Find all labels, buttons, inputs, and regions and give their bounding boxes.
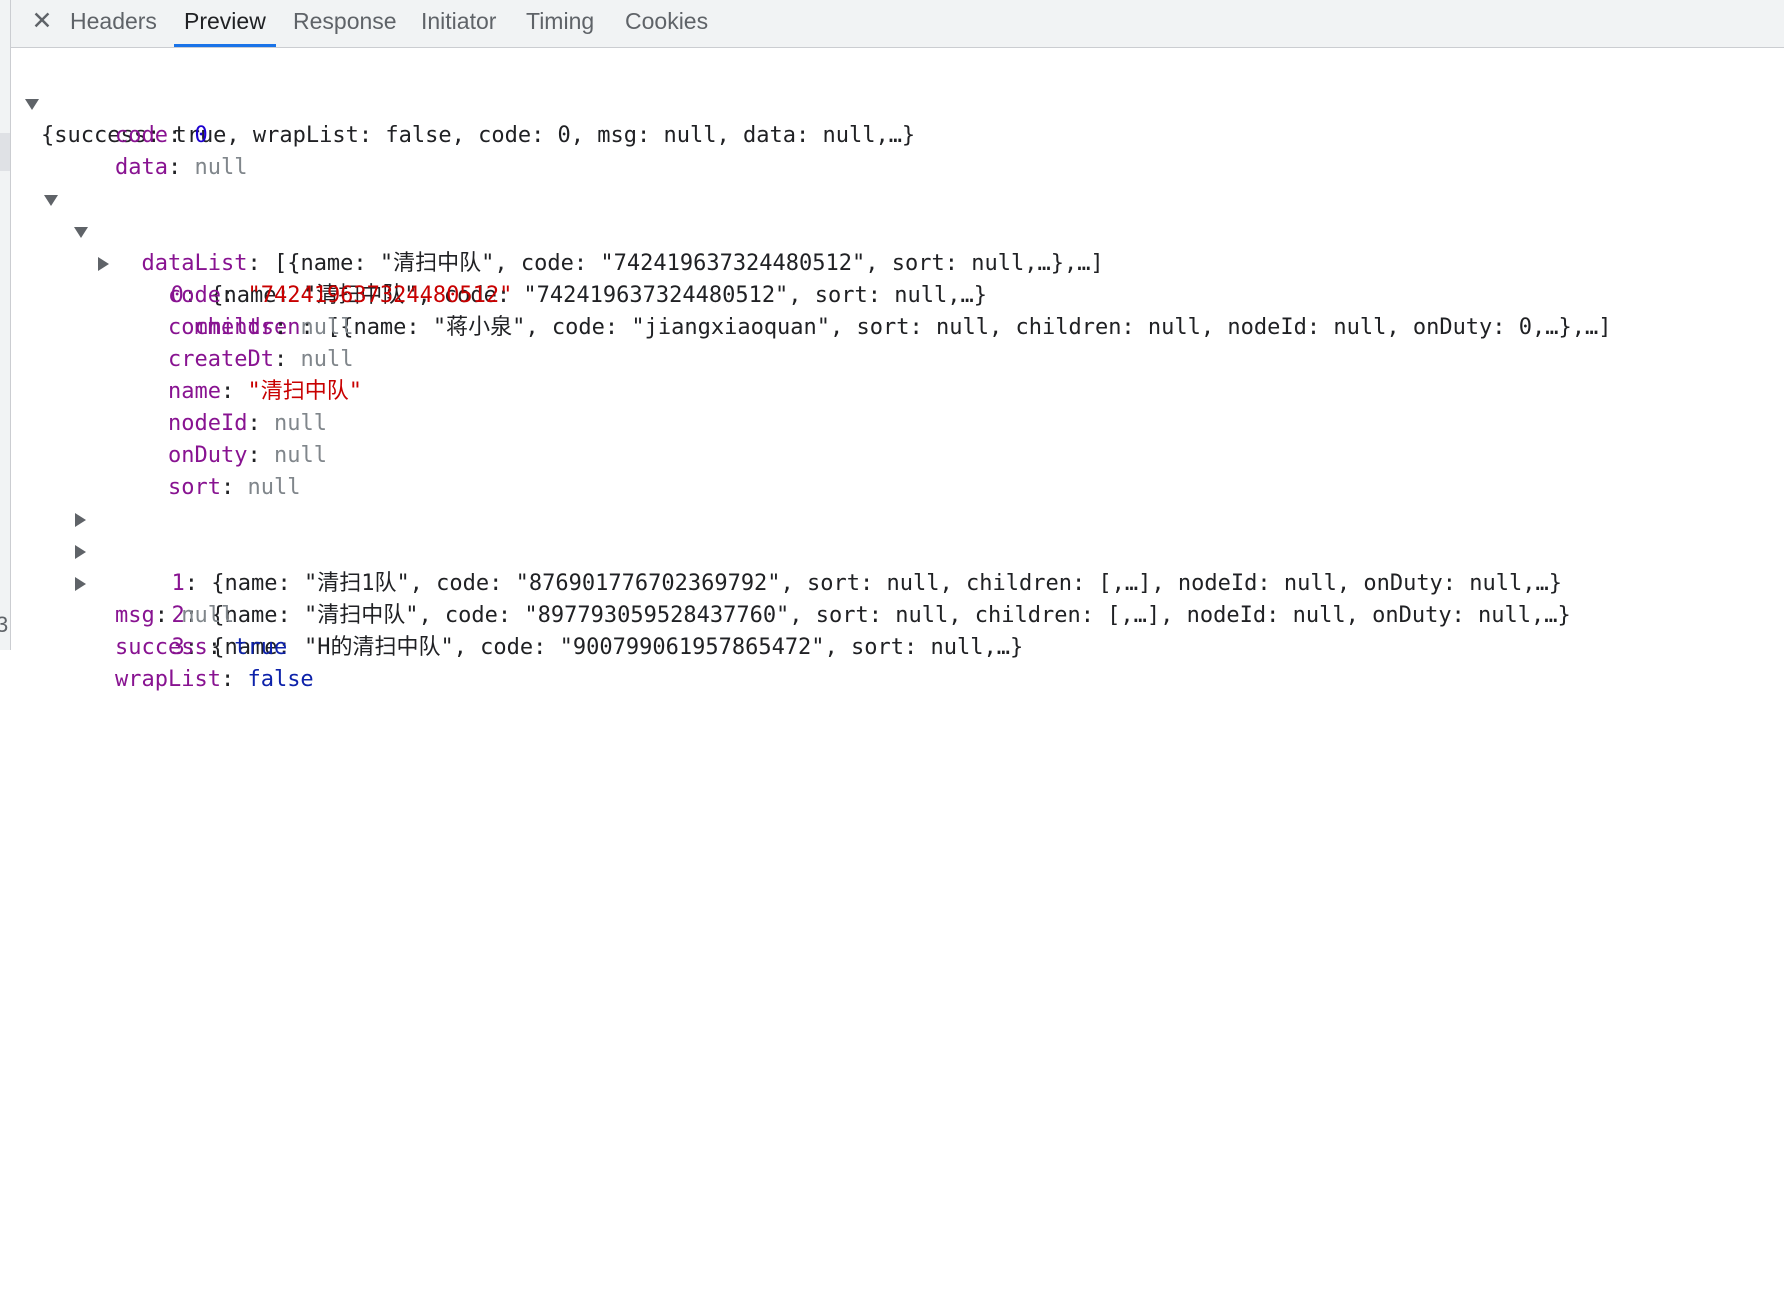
expanded-triangle-icon[interactable] xyxy=(74,227,88,238)
expanded-triangle-icon[interactable] xyxy=(25,99,39,110)
tree-row: success: true xyxy=(114,635,288,660)
tree-row: data: null xyxy=(114,155,248,180)
object-summary: {name: "H的清扫中队", code: "9007990619578654… xyxy=(211,635,1024,660)
tab-headers[interactable]: Headers xyxy=(70,0,157,47)
tree-row: msg: null xyxy=(114,603,235,628)
tree-row: wrapList: false xyxy=(114,667,314,692)
tree-row: createDt: null xyxy=(167,347,354,372)
tree-row: code: 0 xyxy=(114,123,208,148)
tree-row-children[interactable]: children: [{name: "蒋小泉", code: "jiangxia… xyxy=(98,216,1612,340)
left-gutter: 3 xyxy=(0,0,11,650)
property-key: data xyxy=(114,155,168,180)
tab-preview[interactable]: Preview xyxy=(174,0,276,47)
tree-root-row[interactable]: {success: true, wrapList: false, code: 0… xyxy=(25,56,915,148)
property-key: sort xyxy=(167,475,221,500)
json-preview-tree: {success: true, wrapList: false, code: 0… xyxy=(11,48,1784,692)
collapsed-triangle-icon[interactable] xyxy=(98,257,109,271)
property-value: false xyxy=(247,667,314,692)
close-icon[interactable]: ✕ xyxy=(27,4,57,38)
tab-timing[interactable]: Timing xyxy=(526,0,594,47)
tree-row: comments: null xyxy=(167,315,354,340)
tree-row: onDuty: null xyxy=(167,443,327,468)
network-detail-tabbar: ✕ Headers Preview Response Initiator Tim… xyxy=(11,0,1784,48)
expanded-triangle-icon[interactable] xyxy=(44,195,58,206)
property-value: null xyxy=(194,155,248,180)
tree-row: nodeId: null xyxy=(167,411,327,436)
tree-row-item-2[interactable]: 2: {name: "清扫中队", code: "897793059528437… xyxy=(75,504,1571,628)
tree-row-item-0[interactable]: 0: {name: "清扫中队", code: "742419637324480… xyxy=(74,184,987,308)
gutter-label: 3 xyxy=(0,612,9,637)
tree-row-datalist[interactable]: dataList: [{name: "清扫中队", code: "7424196… xyxy=(44,152,1104,276)
tab-initiator[interactable]: Initiator xyxy=(421,0,496,47)
array-summary: [{name: "蒋小泉", code: "jiangxiaoquan", so… xyxy=(326,315,1612,340)
tab-cookies[interactable]: Cookies xyxy=(625,0,708,47)
tab-response[interactable]: Response xyxy=(293,0,397,47)
property-key: wrapList xyxy=(114,667,221,692)
tree-row: code: "742419637324480512" xyxy=(167,283,513,308)
tree-row: sort: null xyxy=(167,475,301,500)
tree-row: name: "清扫中队" xyxy=(167,379,362,404)
gutter-selection-marker xyxy=(0,133,10,171)
property-value: null xyxy=(247,475,301,500)
tree-row-item-1[interactable]: 1: {name: "清扫1队", code: "876901776702369… xyxy=(75,472,1562,596)
tree-row-item-3[interactable]: 3: {name: "H的清扫中队", code: "9007990619578… xyxy=(75,536,1023,660)
